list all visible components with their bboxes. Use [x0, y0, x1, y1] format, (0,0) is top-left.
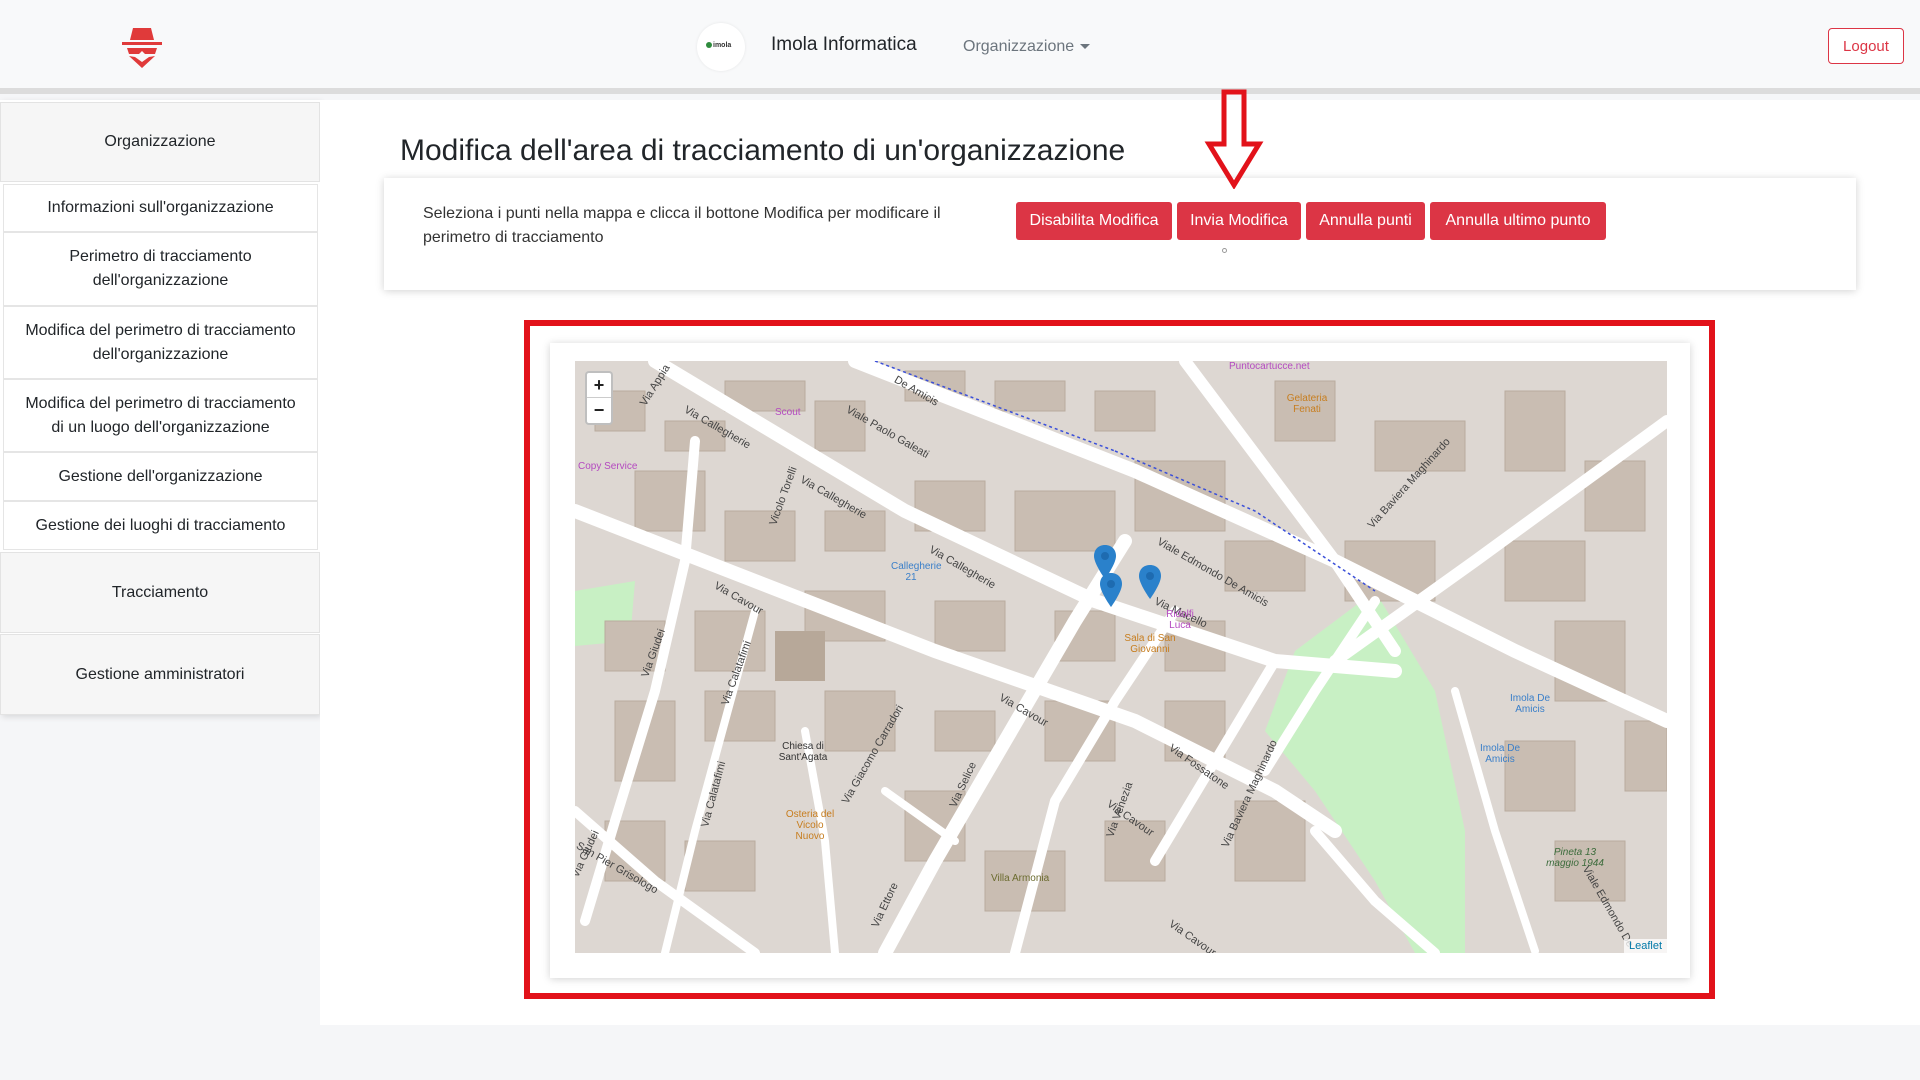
map-marker-icon[interactable] [1100, 573, 1122, 607]
map-marker-icon[interactable] [1139, 565, 1161, 599]
poi-label: Chiesa di Sant'Agata [778, 741, 828, 763]
disable-edit-button[interactable]: Disabilita Modifica [1016, 202, 1172, 240]
sidebar-item-tracking-perimeter[interactable]: Perimetro di tracciamento dell'organizza… [3, 232, 318, 306]
sidebar-item-org-info[interactable]: Informazioni sull'organizzazione [3, 184, 318, 232]
organization-dropdown[interactable]: Organizzazione [963, 38, 1091, 56]
zoom-out-button[interactable]: − [587, 398, 611, 423]
poi-label: Callegherie 21 [891, 561, 942, 583]
sidebar-item-places-management[interactable]: Gestione dei luoghi di tracciamento [3, 501, 318, 550]
sidebar-section-tracking[interactable]: Tracciamento [0, 552, 320, 633]
leaflet-attribution-link[interactable]: Leaflet [1623, 939, 1667, 953]
poi-label: Gelateria Fenati [1286, 393, 1328, 415]
poi-label: Copy Service [578, 461, 638, 472]
church-building [775, 631, 825, 681]
sidebar-item-org-management[interactable]: Gestione dell'organizzazione [3, 452, 318, 501]
map[interactable]: Via Appia Via Callegherie Viale Paolo Ga… [575, 361, 1667, 953]
top-navbar: imola Imola Informatica Organizzazione L… [0, 0, 1920, 94]
page-title: Modifica dell'area di tracciamento di un… [400, 134, 1126, 167]
cancel-last-point-button[interactable]: Annulla ultimo punto [1430, 202, 1606, 240]
logout-button[interactable]: Logout [1828, 28, 1904, 64]
org-name: Imola Informatica [771, 34, 917, 55]
cancel-points-button[interactable]: Annulla punti [1306, 202, 1425, 240]
org-logo-dot-icon [706, 42, 712, 49]
poi-label: Ridolfi Luca [1166, 609, 1194, 631]
caret-down-icon [1080, 44, 1091, 50]
spy-logo-icon[interactable] [119, 24, 165, 70]
zoom-control: + − [585, 371, 613, 425]
loading-dot [1222, 248, 1227, 253]
org-logo: imola [697, 23, 745, 71]
sidebar-item-edit-perimeter[interactable]: Modifica del perimetro di tracciamento d… [3, 306, 318, 379]
poi-label: Imola De Amicis [1479, 743, 1520, 765]
sidebar-section-organization[interactable]: Organizzazione [0, 102, 320, 182]
poi-label: Osteria del Vicolo Nuovo [785, 809, 835, 842]
poi-label: Imola De Amicis [1509, 693, 1550, 715]
annotation-arrow-icon [1204, 89, 1264, 189]
poi-label: Pineta 13 maggio 1944 [1546, 847, 1604, 869]
poi-label: Sala di San Giovanni [1124, 633, 1176, 655]
instructions-text: Seleziona i punti nella mappa e clicca i… [423, 205, 941, 246]
sidebar: Organizzazione Informazioni sull'organiz… [0, 100, 320, 715]
instructions-card: Seleziona i punti nella mappa e clicca i… [384, 178, 1856, 290]
sidebar-section-admins[interactable]: Gestione amministratori [0, 634, 320, 715]
map-card: Via Appia Via Callegherie Viale Paolo Ga… [550, 343, 1690, 978]
poi-label: Scout [775, 407, 801, 418]
send-edit-button[interactable]: Invia Modifica [1177, 202, 1301, 240]
poi-label: Puntocartucce.net [1229, 361, 1310, 372]
org-logo-text: imola [713, 42, 732, 49]
sidebar-item-edit-place-perimeter[interactable]: Modifica del perimetro di tracciamento d… [3, 379, 318, 452]
organization-dropdown-label: Organizzazione [963, 38, 1075, 55]
poi-label: Villa Armonia [991, 873, 1050, 884]
zoom-in-button[interactable]: + [587, 373, 611, 398]
